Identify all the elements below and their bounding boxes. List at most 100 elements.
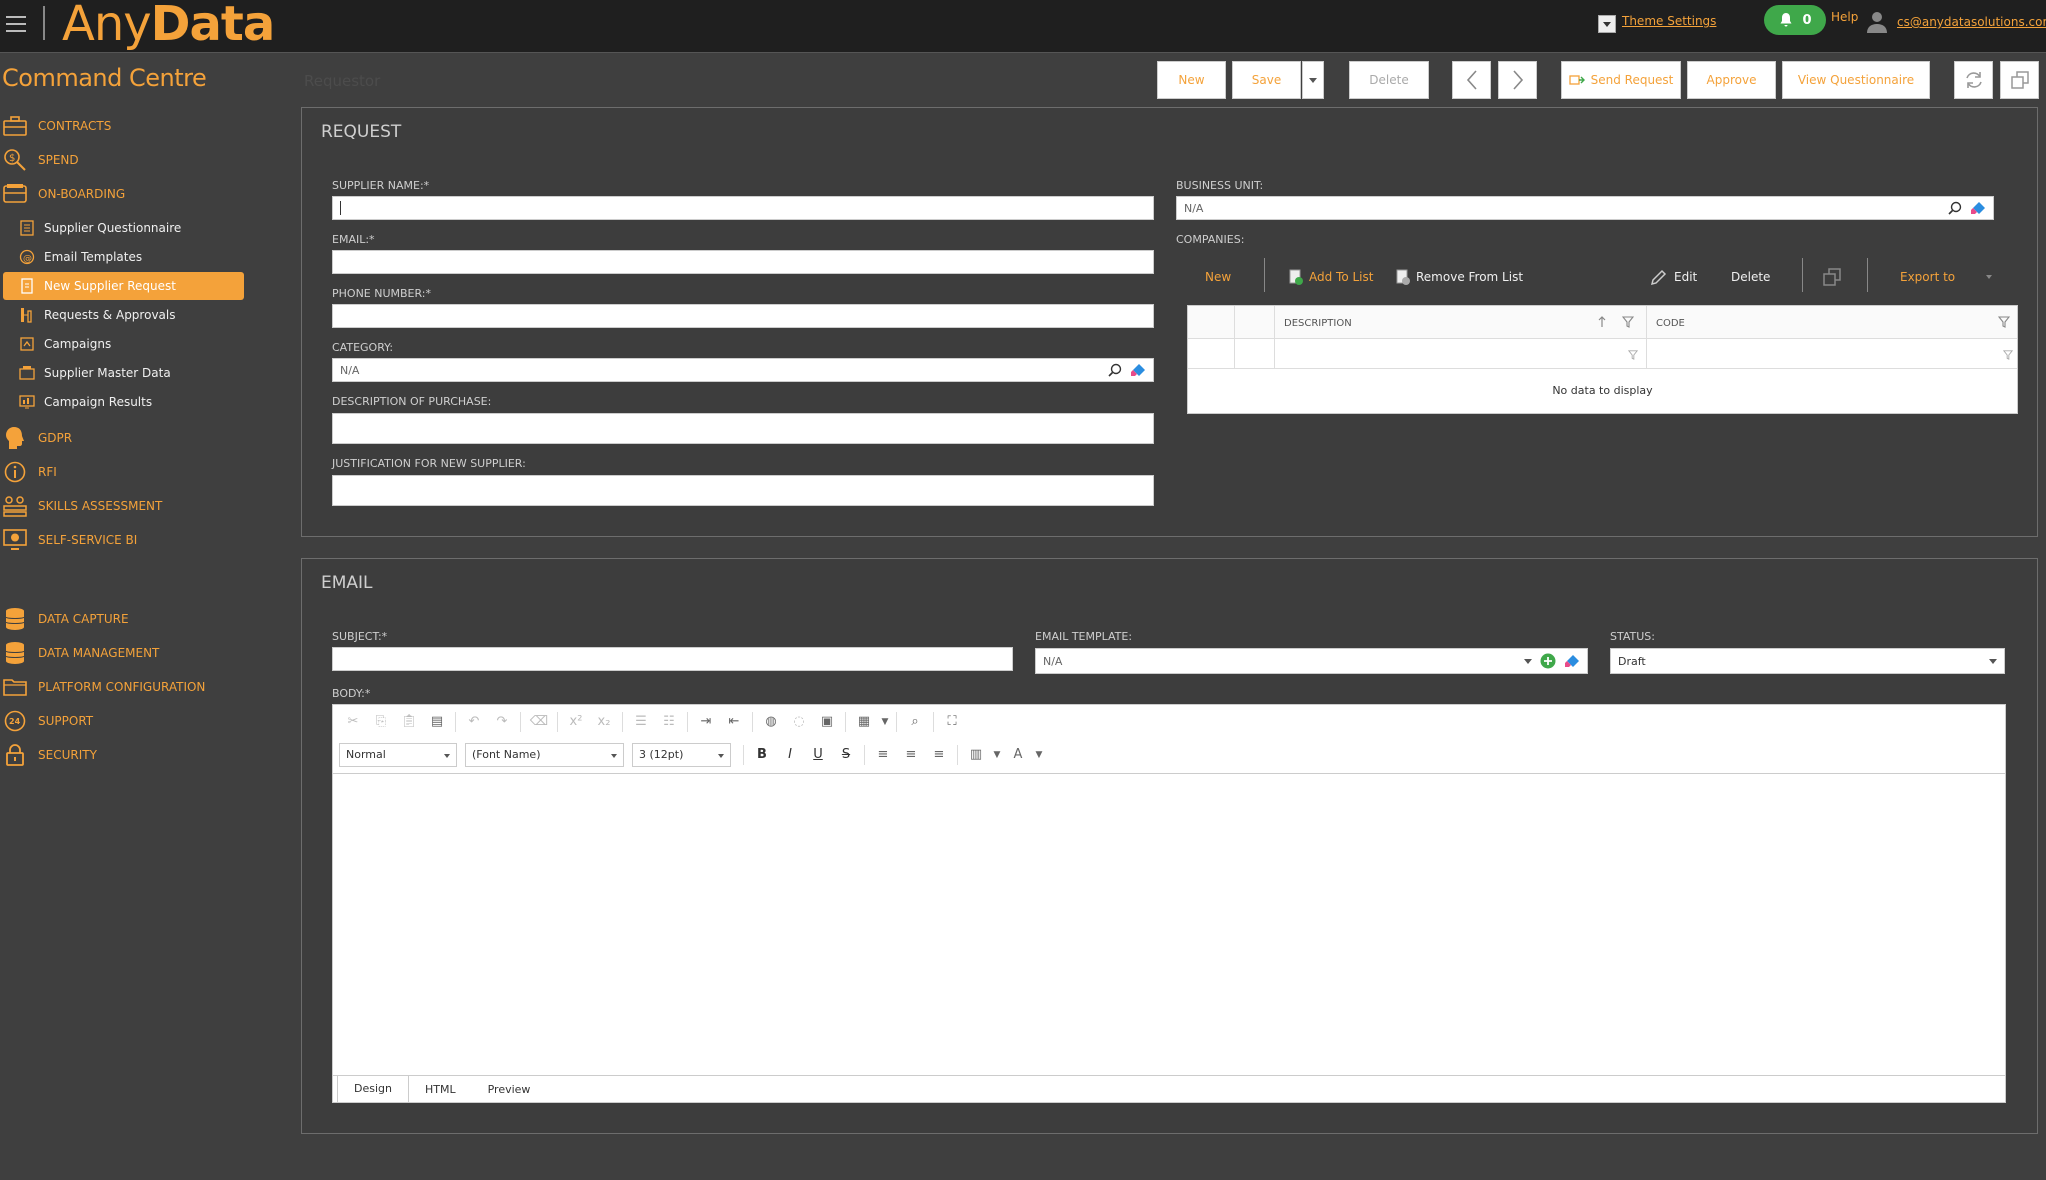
justification-input[interactable] [332,475,1154,506]
chevron-down-icon[interactable] [1524,658,1532,664]
view-questionnaire-button[interactable]: View Questionnaire [1782,61,1930,99]
eraser-icon[interactable] [1564,654,1580,668]
paste-special-icon[interactable]: ▤ [423,710,451,734]
previous-button[interactable] [1452,61,1491,99]
nav-rfi[interactable]: RFI [0,457,245,487]
nav-data-management[interactable]: DATA MANAGEMENT [0,638,245,668]
indent-icon[interactable]: ⇥ [692,710,720,734]
align-right-icon[interactable]: ≡ [925,743,953,767]
email-input[interactable] [332,250,1154,274]
companies-new-button[interactable]: New [1205,264,1231,290]
bullet-list-icon[interactable]: ☷ [655,710,683,734]
underline-icon[interactable]: U [804,743,832,767]
status-select[interactable]: Draft [1610,648,2005,674]
align-left-icon[interactable]: ≡ [869,743,897,767]
nav-contracts[interactable]: CONTRACTS [0,111,245,141]
help-link[interactable]: Help [1831,10,1858,24]
subnav-requests-approvals[interactable]: Requests & Approvals [0,301,245,329]
business-unit-input[interactable]: N/A [1176,196,1994,220]
paste-icon[interactable]: 📋︎ [395,710,423,734]
add-to-list-button[interactable]: Add To List [1289,264,1373,290]
companies-restore-button[interactable] [1822,264,1842,290]
subnav-campaign-results[interactable]: Campaign Results [0,388,245,416]
remove-link-icon[interactable]: ◌ [785,710,813,734]
nav-gdpr[interactable]: GDPR [0,423,245,453]
nav-data-capture[interactable]: DATA CAPTURE [0,604,245,634]
theme-settings-link[interactable]: Theme Settings [1622,14,1716,28]
email-template-select[interactable]: N/A [1035,648,1588,674]
user-email-link[interactable]: cs@anydatasolutions.com [1897,15,2046,29]
description-input[interactable] [332,413,1154,444]
nav-on-boarding[interactable]: ON-BOARDING [0,179,245,209]
filter-row-icon[interactable] [1628,350,1638,360]
sort-up-icon[interactable] [1598,316,1606,328]
cut-icon[interactable]: ✂ [339,710,367,734]
nav-self-service-bi[interactable]: SELF-SERVICE BI [0,525,245,555]
phone-number-input[interactable] [332,304,1154,328]
subject-input[interactable] [332,647,1013,671]
save-dropdown-button[interactable] [1302,61,1324,99]
save-button[interactable]: Save [1232,61,1301,99]
approve-button[interactable]: Approve [1687,61,1776,99]
font-color-icon[interactable]: A [1004,743,1032,767]
font-size-select[interactable]: 3 (12pt) [632,742,731,767]
chevron-down-icon[interactable]: ▼ [990,743,1004,767]
theme-dropdown-icon[interactable] [1598,15,1616,33]
nav-security[interactable]: SECURITY [0,740,245,770]
chevron-down-icon[interactable]: ▼ [1032,743,1046,767]
export-to-button[interactable]: Export to [1900,264,1992,290]
search-icon[interactable] [1948,201,1962,215]
italic-icon[interactable]: I [776,743,804,767]
paragraph-style-select[interactable]: Normal [339,742,457,767]
tab-html[interactable]: HTML [409,1076,472,1103]
remove-from-list-button[interactable]: Remove From List [1396,264,1523,290]
notifications-button[interactable]: 0 [1764,5,1826,35]
user-icon[interactable] [1866,10,1888,34]
nav-support[interactable]: 24 SUPPORT [0,706,245,736]
redo-icon[interactable]: ↷ [488,710,516,734]
subscript-icon[interactable]: x₂ [590,710,618,734]
companies-delete-button[interactable]: Delete [1731,264,1770,290]
subnav-supplier-questionnaire[interactable]: Supplier Questionnaire [0,214,245,242]
nav-spend[interactable]: $ SPEND [0,145,245,175]
insert-image-icon[interactable]: ▣ [813,710,841,734]
ordered-list-icon[interactable]: ☰ [627,710,655,734]
search-icon[interactable] [1108,363,1122,377]
hamburger-menu-icon[interactable] [6,16,26,32]
eraser-icon[interactable] [1970,201,1986,215]
nav-platform-configuration[interactable]: PLATFORM CONFIGURATION [0,672,245,702]
restore-window-button[interactable] [2000,61,2039,99]
delete-button[interactable]: Delete [1349,61,1429,99]
grid-header-description[interactable]: DESCRIPTION [1284,318,1352,329]
refresh-button[interactable] [1954,61,1993,99]
send-request-button[interactable]: Send Request [1561,61,1681,99]
tab-preview[interactable]: Preview [472,1076,547,1103]
editor-content-area[interactable] [333,773,2005,1074]
undo-icon[interactable]: ↶ [460,710,488,734]
tab-design[interactable]: Design [337,1075,409,1103]
subnav-new-supplier-request[interactable]: New Supplier Request [3,272,244,300]
insert-table-icon[interactable]: ▦ [850,710,878,734]
companies-edit-button[interactable]: Edit [1650,264,1697,290]
category-input[interactable]: N/A [332,358,1154,382]
superscript-icon[interactable]: x² [562,710,590,734]
highlight-color-icon[interactable]: ▥ [962,743,990,767]
new-button[interactable]: New [1157,61,1226,99]
chevron-down-icon[interactable]: ▼ [878,710,892,734]
clear-format-icon[interactable]: ⌫ [525,710,553,734]
font-name-select[interactable]: (Font Name) [465,742,624,767]
align-center-icon[interactable]: ≡ [897,743,925,767]
supplier-name-input[interactable] [332,196,1154,220]
grid-header-code[interactable]: CODE [1656,318,1685,329]
next-button[interactable] [1498,61,1537,99]
filter-icon[interactable] [1998,316,2010,328]
add-circle-icon[interactable] [1540,653,1556,669]
subnav-campaigns[interactable]: Campaigns [0,330,245,358]
outdent-icon[interactable]: ⇤ [720,710,748,734]
insert-link-icon[interactable]: ◍ [757,710,785,734]
fullscreen-icon[interactable]: ⛶ [938,710,966,734]
subnav-supplier-master-data[interactable]: Supplier Master Data [0,359,245,387]
filter-icon[interactable] [1622,316,1634,328]
subnav-email-templates[interactable]: @ Email Templates [0,243,245,271]
strikethrough-icon[interactable]: S [832,743,860,767]
